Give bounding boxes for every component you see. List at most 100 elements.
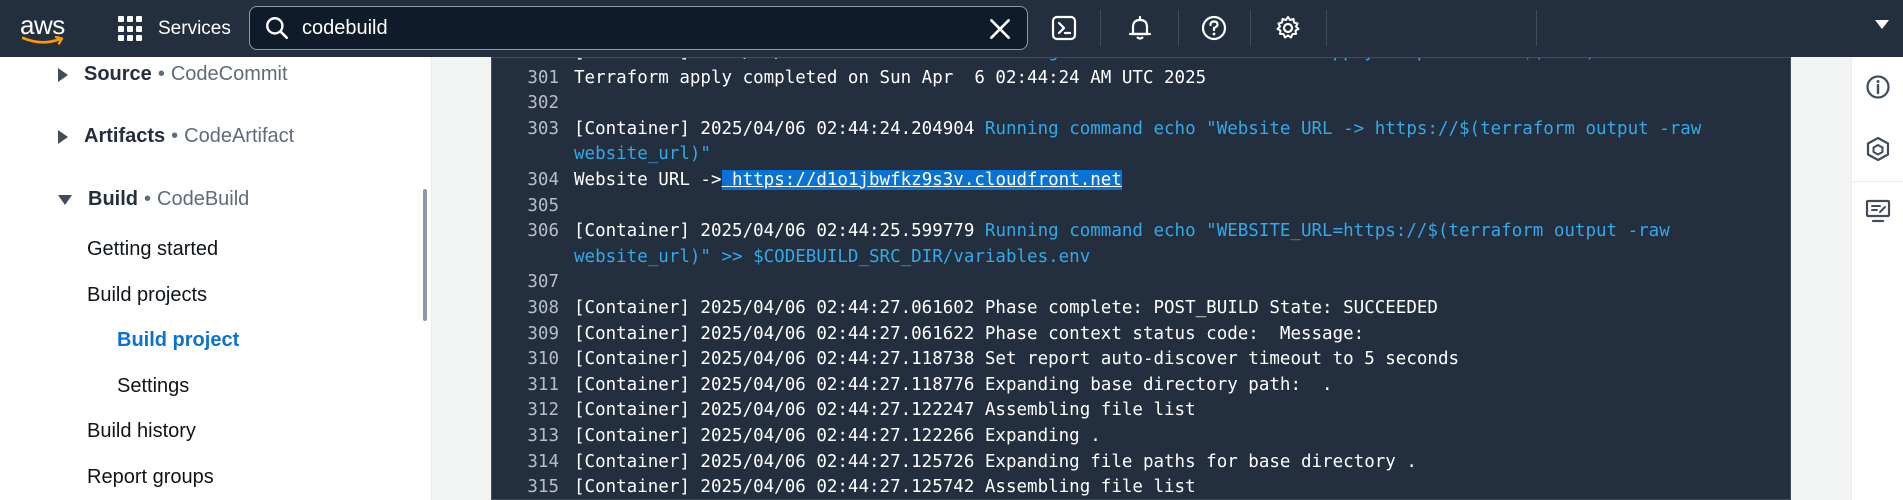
nav-divider	[1536, 10, 1537, 46]
log-text: [Container] 2025/04/06 02:44:27.061602 P…	[574, 298, 1438, 318]
log-command-text: Running command echo "Website URL -> htt…	[984, 118, 1702, 139]
account-menu-caret-icon[interactable]	[1875, 20, 1889, 29]
log-line-number: 306	[527, 221, 559, 242]
log-line-number: 300	[492, 58, 559, 62]
nav-divider	[1100, 10, 1101, 46]
nav-link-settings[interactable]: Settings	[117, 375, 189, 398]
log-line: 306 [Container] 2025/04/06 02:44:25.59977…	[492, 221, 1790, 247]
nav-link-report-groups[interactable]: Report groups	[87, 466, 214, 489]
section-separator: •	[144, 188, 152, 210]
log-line-text: [Container] 2025/04/06 02:44:27.125726 E…	[574, 452, 1417, 472]
log-line-text: [Container] 2025/04/06 02:44:27.118738 S…	[574, 349, 1459, 369]
log-line-number: 307	[527, 272, 559, 293]
search-bar[interactable]	[249, 6, 1028, 50]
section-separator: •	[157, 63, 165, 85]
log-command-text: website_url)" >> $CODEBUILD_SRC_DIR/vari…	[574, 246, 1091, 267]
log-line: 313 [Container] 2025/04/06 02:44:27.12226…	[492, 426, 1790, 452]
log-line-text: [Container] 2025/04/06 02:44:24.204904 R…	[574, 119, 1701, 139]
services-label: Services	[158, 18, 231, 39]
nav-link-build-history[interactable]: Build history	[87, 420, 196, 443]
log-line-number: 311	[527, 374, 559, 395]
nav-section-build[interactable]: Build • CodeBuild	[58, 188, 249, 211]
sidenav-scrollbar[interactable]	[423, 189, 427, 321]
nav-link-build-project[interactable]: Build project	[117, 329, 239, 352]
log-line: 308 [Container] 2025/04/06 02:44:27.06160…	[492, 298, 1790, 324]
search-input[interactable]	[302, 16, 962, 40]
log-line-number: 304	[527, 170, 559, 190]
log-line: 302	[492, 93, 1790, 119]
notifications-bell-icon[interactable]	[1124, 12, 1156, 44]
section-name: Build	[88, 188, 138, 210]
log-line: 307	[492, 272, 1790, 298]
log-line-number: 301	[527, 67, 559, 88]
log-text: [Container] 2025/04/06 02:44:25.599779	[574, 221, 985, 242]
log-line: website_url)"	[492, 144, 1790, 170]
log-command-text: Running command echo "Terraform apply co…	[985, 58, 1607, 62]
log-line: 315 [Container] 2025/04/06 02:44:27.12574…	[492, 477, 1790, 499]
log-line: 309 [Container] 2025/04/06 02:44:27.06162…	[492, 324, 1790, 350]
log-command-text: Running command echo "WEBSITE_URL=https:…	[984, 221, 1670, 242]
collapse-caret-icon	[58, 194, 72, 205]
log-line: 300 [Container] 2025/04/06 02:44:24.19247…	[492, 58, 1790, 68]
main-content: 300 [Container] 2025/04/06 02:44:24.19247…	[433, 57, 1851, 500]
section-name: Artifacts	[84, 125, 166, 147]
log-line-number: 310	[527, 349, 559, 370]
log-line-text: [Container] 2025/04/06 02:44:27.122247 A…	[574, 400, 1196, 420]
log-text: [Container] 2025/04/06 02:44:27.125742 A…	[574, 477, 1196, 498]
expand-caret-icon	[58, 129, 68, 144]
settings-gear-icon[interactable]	[1272, 12, 1304, 44]
log-text: [Container] 2025/04/06 02:44:27.122266 E…	[574, 426, 1101, 446]
log-text: [Container] 2025/04/06 02:44:24.192471	[574, 58, 985, 62]
log-line-text: Terraform apply completed on Sun Apr 6 0…	[574, 68, 1206, 88]
clear-search-icon[interactable]	[987, 16, 1013, 42]
log-line: website_url)" >> $CODEBUILD_SRC_DIR/vari…	[492, 247, 1790, 273]
section-separator: •	[171, 125, 179, 147]
services-grid-icon	[118, 16, 144, 42]
log-line-text: Website URL -> https://d1o1jbwfkz9s3v.cl…	[574, 170, 1122, 190]
log-line-number: 313	[527, 426, 559, 446]
log-command-text: website_url)"	[574, 144, 711, 165]
log-text: [Container] 2025/04/06 02:44:27.125726 E…	[574, 451, 1417, 472]
log-text: [Container] 2025/04/06 02:44:27.118776 E…	[574, 374, 1333, 395]
section-name: Source	[84, 63, 152, 85]
log-text: [Container] 2025/04/06 02:44:27.061622 P…	[574, 323, 1365, 344]
nav-divider	[1326, 10, 1327, 46]
log-line-text: [Container] 2025/04/06 02:44:27.125742 A…	[574, 477, 1196, 497]
nav-section-source[interactable]: Source • CodeCommit	[58, 63, 288, 86]
screen-feedback-icon[interactable]	[1864, 197, 1892, 225]
log-line-text: [Container] 2025/04/06 02:44:25.599779 R…	[574, 221, 1670, 241]
log-text: Terraform apply completed on Sun Apr 6 0…	[574, 67, 1207, 88]
nav-link-build-projects[interactable]: Build projects	[87, 284, 207, 307]
log-line-text: website_url)"	[574, 144, 711, 164]
log-line-number: 315	[527, 477, 559, 498]
tools-rail	[1851, 57, 1903, 500]
section-service: CodeCommit	[170, 63, 288, 85]
help-icon[interactable]	[1198, 12, 1230, 44]
log-text: Website URL ->	[574, 170, 722, 190]
section-service: CodeBuild	[157, 188, 250, 210]
log-text: [Container] 2025/04/06 02:44:24.204904	[574, 118, 985, 139]
build-log-viewer[interactable]: 300 [Container] 2025/04/06 02:44:24.19247…	[491, 57, 1791, 500]
log-line-text: [Container] 2025/04/06 02:44:27.061602 P…	[574, 298, 1438, 318]
aws-logo[interactable]: aws	[20, 10, 72, 46]
log-line-number: 302	[527, 93, 559, 114]
services-menu-button[interactable]: Services	[118, 14, 231, 44]
nav-divider	[1250, 10, 1251, 46]
log-line: 305	[492, 196, 1790, 222]
log-line-number: 314	[527, 451, 559, 472]
log-line: 314 [Container] 2025/04/06 02:44:27.12572…	[492, 452, 1790, 478]
aws-smile-icon	[22, 36, 64, 45]
nav-section-artifacts[interactable]: Artifacts • CodeArtifact	[58, 125, 294, 148]
cube-icon[interactable]	[1864, 135, 1892, 163]
log-line-number: 303	[527, 118, 559, 139]
expand-caret-icon	[58, 67, 68, 82]
log-line: 301 Terraform apply completed on Sun Apr …	[492, 68, 1790, 94]
nav-link-getting-started[interactable]: Getting started	[87, 238, 218, 261]
cloudshell-icon[interactable]	[1048, 12, 1080, 44]
search-icon	[266, 17, 289, 40]
info-icon[interactable]	[1864, 73, 1892, 101]
side-navigation: Source • CodeCommit Artifacts • CodeArti…	[0, 57, 432, 500]
log-text: [Container] 2025/04/06 02:44:27.122247 A…	[574, 400, 1196, 421]
log-line-number: 309	[527, 323, 559, 344]
website-url-link[interactable]: https://d1o1jbwfkz9s3v.cloudfront.net	[721, 170, 1122, 190]
